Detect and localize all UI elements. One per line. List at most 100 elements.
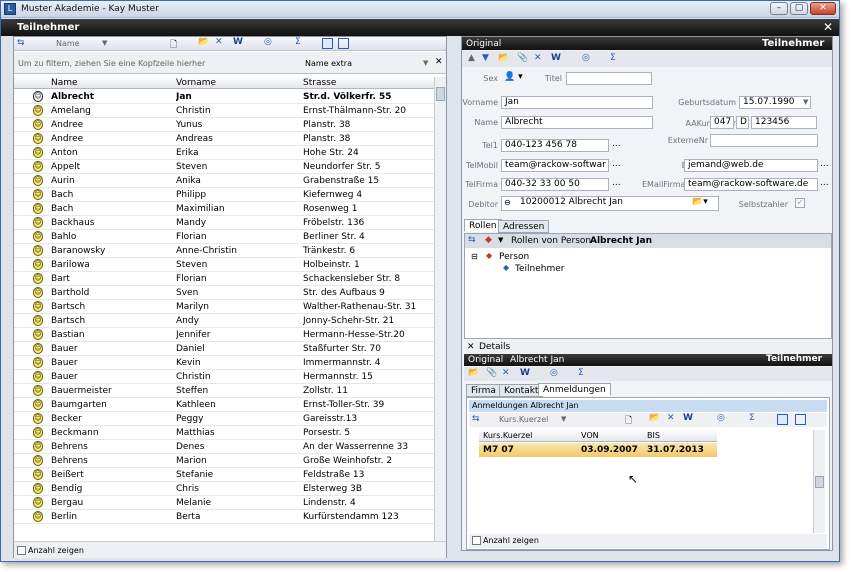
word-icon[interactable]: W	[520, 368, 530, 378]
telfirma-input[interactable]: 040-32 33 00 50	[501, 178, 609, 191]
col-header-name[interactable]: Name	[51, 78, 78, 88]
externenr-input[interactable]	[710, 134, 818, 147]
layout-icon[interactable]	[777, 414, 788, 425]
export-icon[interactable]: ◎	[717, 413, 725, 423]
table-row[interactable]: ☺ Bendig Chris Elsterweg 3B	[14, 482, 434, 496]
table-row[interactable]: ☺ Bauer Daniel Staßfurter Str. 70	[14, 342, 434, 356]
table-row[interactable]: ☺ Behrens Marion Große Weinhofstr. 2	[14, 454, 434, 468]
tab-kontakt[interactable]: Kontakt	[499, 384, 544, 397]
table-row[interactable]: ☺ Albrecht Jan Str.d. Völkerfr. 55	[14, 90, 434, 104]
geburtsdatum-input[interactable]: 15.07.1990	[739, 96, 811, 109]
emailfirma-more-button[interactable]: ...	[820, 178, 829, 188]
attachment-icon[interactable]: 📎	[517, 53, 528, 63]
table-row[interactable]: ☺ Baranowsky Anne-Christin Tränkestr. 6	[14, 244, 434, 258]
filter-field-select[interactable]: Name	[56, 39, 80, 48]
col-header-von[interactable]: VON	[581, 431, 599, 440]
delete-icon[interactable]: ✕	[502, 368, 510, 378]
table-row[interactable]: ☺ Bart Florian Schackensleber Str. 8	[14, 272, 434, 286]
selbstzahler-checkbox[interactable]: ✓	[795, 198, 805, 208]
show-count-checkbox[interactable]	[472, 536, 481, 545]
minimize-button[interactable]: –	[770, 2, 788, 15]
maximize-button[interactable]: ▢	[790, 2, 808, 15]
open-folder-icon[interactable]: 📂	[649, 413, 660, 423]
col-header-strasse[interactable]: Strasse	[303, 78, 336, 88]
close-icon[interactable]: ✕	[467, 342, 475, 352]
name-input[interactable]: Albrecht	[501, 116, 653, 129]
tree-teilnehmer[interactable]: Teilnehmer	[515, 264, 564, 274]
table-row[interactable]: ☺ Bartsch Andy Jonny-Schehr-Str. 21	[14, 314, 434, 328]
kunden-letter-input[interactable]: D	[736, 116, 749, 129]
col-header-bis[interactable]: BIS	[647, 431, 660, 440]
anmeldung-row[interactable]: M7 07 03.09.2007 31.07.2013	[479, 443, 717, 457]
export-icon[interactable]: ◎	[582, 53, 590, 63]
delete-icon[interactable]: ✕	[534, 53, 542, 63]
tab-rollen[interactable]: Rollen	[464, 219, 502, 232]
table-row[interactable]: ☺ Behrens Denes An der Wasserrenne 33	[14, 440, 434, 454]
arrow-up-icon[interactable]: ▲	[468, 53, 475, 63]
table-row[interactable]: ☺ Barthold Sven Str. des Aufbaus 9	[14, 286, 434, 300]
tab-anmeldungen[interactable]: Anmeldungen	[538, 383, 611, 396]
refresh-icon[interactable]: ⇆	[468, 235, 476, 245]
word-icon[interactable]: W	[683, 413, 693, 423]
new-document-icon[interactable]: 🗋	[625, 413, 632, 429]
refresh-icon[interactable]: ⇆	[472, 414, 480, 424]
tree-collapse-icon[interactable]: ⊟	[471, 252, 478, 261]
table-row[interactable]: ☺ Becker Peggy Gareisstr.13	[14, 412, 434, 426]
table-row[interactable]: ☺ Barilowa Steven Holbeinstr. 1	[14, 258, 434, 272]
table-row[interactable]: ☺ Beckmann Matthias Porsestr. 5	[14, 426, 434, 440]
email1-input[interactable]: jemand@web.de	[684, 159, 818, 172]
telmobil-input[interactable]: team@rackow-softwar	[501, 159, 609, 172]
emailfirma-input[interactable]: team@rackow-software.de	[684, 178, 818, 191]
tree-person[interactable]: Person	[499, 252, 529, 262]
chevron-down-icon[interactable]: ▼	[561, 415, 566, 423]
tel1-more-button[interactable]: ...	[612, 139, 621, 149]
col-header-kurs[interactable]: Kurs.Kuerzel	[483, 431, 532, 440]
table-row[interactable]: ☺ Aurin Anika Grabenstraße 15	[14, 174, 434, 188]
telfirma-more-button[interactable]: ...	[612, 178, 621, 188]
table-row[interactable]: ☺ Bach Philipp Kiefernweg 4	[14, 188, 434, 202]
table-row[interactable]: ☺ Bach Maximilian Rosenweg 1	[14, 202, 434, 216]
sum-icon[interactable]: Σ	[610, 53, 616, 63]
table-row[interactable]: ☺ Bauermeister Steffen Zollstr. 11	[14, 384, 434, 398]
titel-input[interactable]	[566, 72, 652, 85]
export-icon[interactable]: ◎	[264, 37, 272, 47]
tab-adressen[interactable]: Adressen	[498, 220, 550, 233]
refresh-icon[interactable]: ⇆	[17, 38, 25, 48]
columns-icon[interactable]	[338, 38, 349, 49]
debitor-open-icon[interactable]: 📂▾	[692, 197, 708, 207]
arrow-down-icon[interactable]: ▼	[482, 53, 489, 63]
kunden-prefix-input[interactable]: 047	[710, 116, 734, 129]
chevron-down-icon[interactable]: ▼	[423, 59, 428, 67]
word-icon[interactable]: W	[233, 37, 243, 47]
chevron-down-icon[interactable]: ▼	[102, 39, 107, 47]
filter-field-select[interactable]: Kurs.Kuerzel	[499, 415, 548, 424]
table-row[interactable]: ☺ Bauer Kevin Immermannstr. 4	[14, 356, 434, 370]
table-row[interactable]: ☺ Anton Erika Hohe Str. 24	[14, 146, 434, 160]
kunden-number-input[interactable]: 123456	[751, 116, 817, 129]
sum-icon[interactable]: Σ	[578, 368, 584, 378]
delete-icon[interactable]: ✕	[215, 37, 223, 47]
open-folder-icon[interactable]: 📂	[198, 37, 209, 47]
table-row[interactable]: ☺ Beißert Stefanie Feldstraße 13	[14, 468, 434, 482]
anmeldungen-scrollbar[interactable]	[813, 430, 825, 533]
table-row[interactable]: ☺ Amelang Christin Ernst-Thälmann-Str. 20	[14, 104, 434, 118]
vorname-input[interactable]: Jan	[501, 96, 653, 109]
open-folder-icon[interactable]: 📂	[498, 53, 509, 63]
layout-icon[interactable]	[322, 38, 333, 49]
table-row[interactable]: ☺ Bauer Christin Hermannstr. 15	[14, 370, 434, 384]
show-count-checkbox[interactable]	[17, 546, 26, 555]
table-row[interactable]: ☺ Bergau Melanie Lindenstr. 4	[14, 496, 434, 510]
table-row[interactable]: ☺ Bahlo Florian Berliner Str. 4	[14, 230, 434, 244]
sex-select[interactable]: 👤 ▾	[504, 72, 523, 82]
table-row[interactable]: ☺ Baumgarten Kathleen Ernst-Toller-Str. 39	[14, 398, 434, 412]
word-icon[interactable]: W	[551, 53, 561, 63]
chevron-down-icon[interactable]: ▼	[498, 236, 503, 244]
table-row[interactable]: ☺ Bartsch Marilyn Walther-Rathenau-Str. 31	[14, 300, 434, 314]
scroll-thumb[interactable]	[436, 87, 445, 101]
debitor-input[interactable]: 10200012 Albrecht Jan	[501, 196, 719, 211]
table-row[interactable]: ☺ Berlin Berta Kurfürstendamm 123	[14, 510, 434, 524]
sum-icon[interactable]: Σ	[749, 413, 755, 423]
attachment-icon[interactable]: 📎	[486, 368, 497, 378]
delete-icon[interactable]: ✕	[667, 413, 675, 423]
columns-icon[interactable]	[795, 414, 806, 425]
